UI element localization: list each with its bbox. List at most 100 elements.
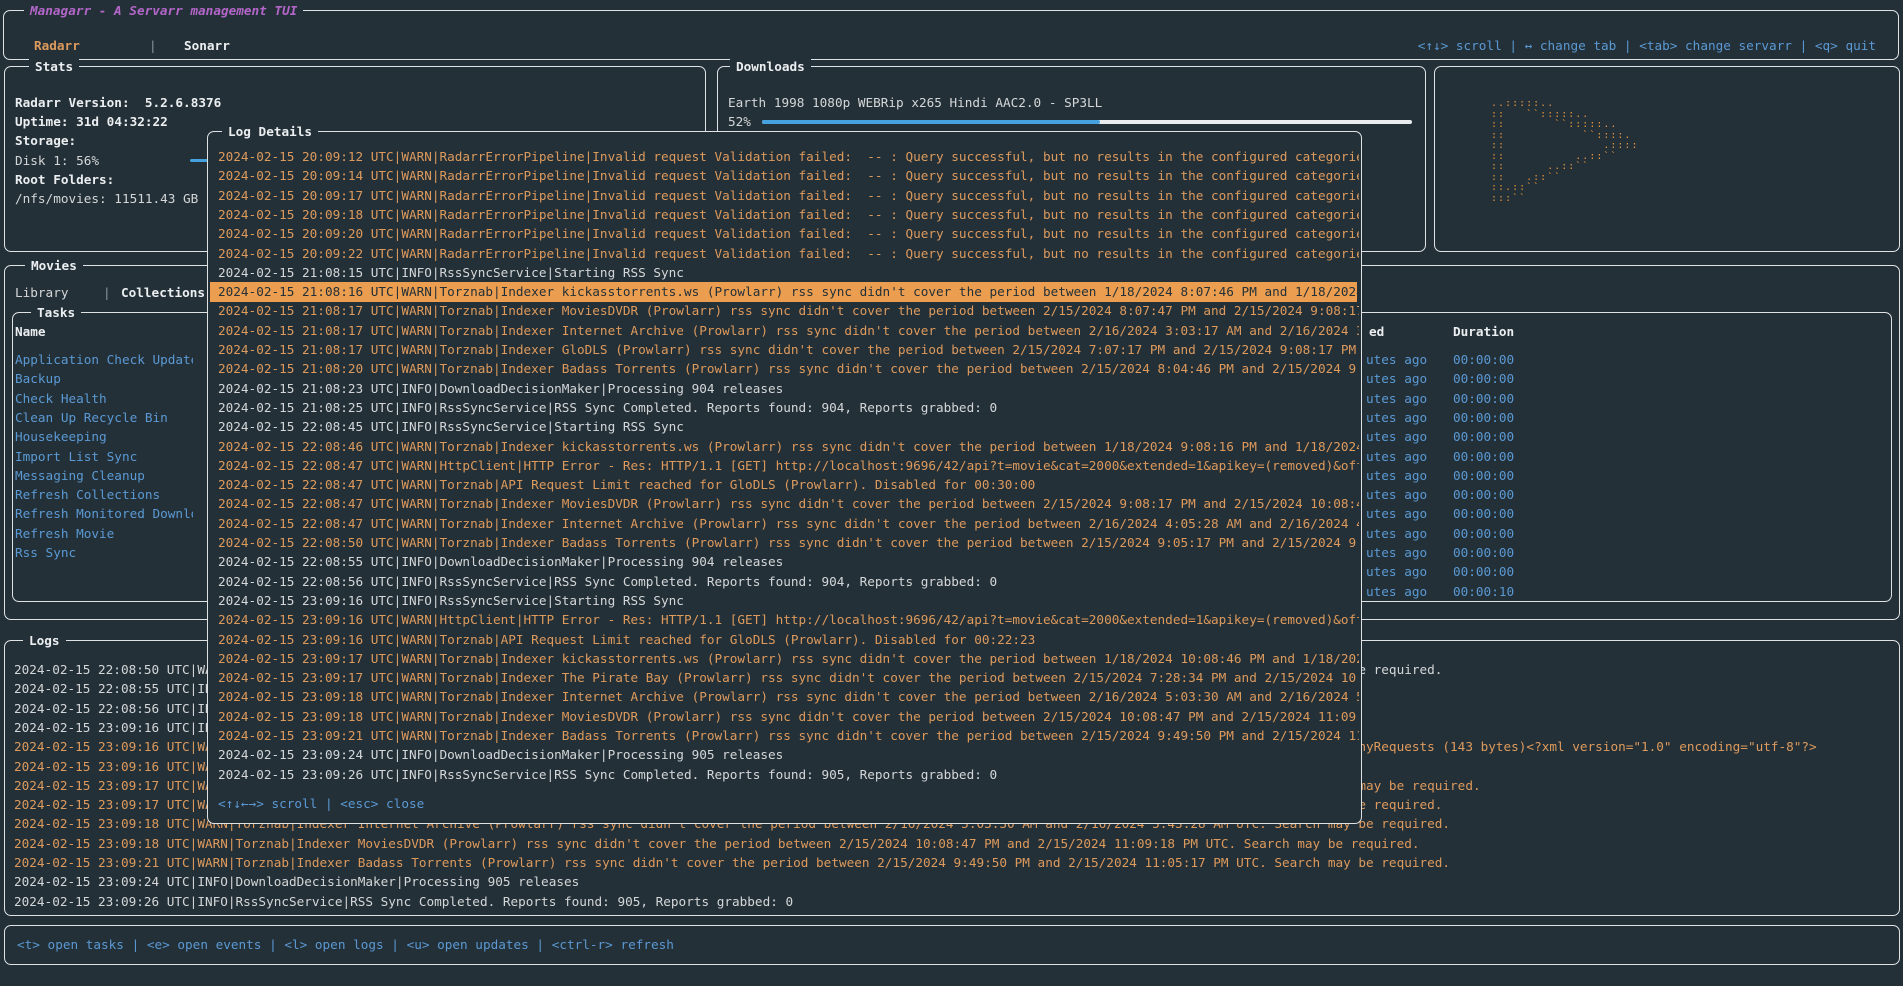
task-duration: 00:00:00 xyxy=(1453,408,1514,428)
downloads-title: Downloads xyxy=(730,57,811,76)
version-label: Radarr Version: xyxy=(15,95,130,110)
task-duration: 00:00:00 xyxy=(1453,562,1514,582)
task-duration: 00:00:00 xyxy=(1453,427,1514,447)
task-queued-fragment: utes ago xyxy=(1366,524,1427,544)
logs-panel-line: 2024-02-15 23:09:18 UTC|WARN|Torznab|Ind… xyxy=(14,834,1892,854)
task-name[interactable]: Refresh Movie xyxy=(15,524,193,544)
task-name[interactable]: Refresh Collections xyxy=(15,485,193,505)
disk-row: Disk 1: 56% xyxy=(15,151,99,171)
uptime-value: 31d 04:32:22 xyxy=(76,114,168,129)
log-detail-line[interactable]: 2024-02-15 21:08:25 UTC|INFO|RssSyncServ… xyxy=(218,398,997,418)
stats-title: Stats xyxy=(29,57,79,76)
task-name[interactable]: Import List Sync xyxy=(15,447,193,467)
log-detail-line[interactable]: 2024-02-15 21:08:17 UTC|WARN|Torznab|Ind… xyxy=(218,340,1359,360)
log-detail-line[interactable]: 2024-02-15 23:09:18 UTC|WARN|Torznab|Ind… xyxy=(218,687,1359,707)
tasks-duration-header: Duration xyxy=(1453,322,1514,342)
tab-sonarr[interactable]: Sonarr xyxy=(184,36,230,56)
log-detail-line[interactable]: 2024-02-15 22:08:55 UTC|INFO|DownloadDec… xyxy=(218,552,783,572)
log-detail-line[interactable]: 2024-02-15 23:09:18 UTC|WARN|Torznab|Ind… xyxy=(218,707,1359,727)
disk-label: Disk 1: xyxy=(15,153,68,168)
log-detail-line[interactable]: 2024-02-15 22:08:47 UTC|WARN|Torznab|API… xyxy=(218,475,1035,495)
task-duration: 00:00:00 xyxy=(1453,543,1514,563)
log-detail-line[interactable]: 2024-02-15 21:08:23 UTC|INFO|DownloadDec… xyxy=(218,379,783,399)
log-detail-line[interactable]: 2024-02-15 20:09:12 UTC|WARN|RadarrError… xyxy=(218,147,1359,167)
task-name[interactable]: Clean Up Recycle Bin xyxy=(15,408,193,428)
log-detail-line[interactable]: 2024-02-15 20:09:18 UTC|WARN|RadarrError… xyxy=(218,205,1359,225)
log-detail-line[interactable]: 2024-02-15 23:09:21 UTC|WARN|Torznab|Ind… xyxy=(218,726,1359,746)
task-name[interactable]: Messaging Cleanup xyxy=(15,466,193,486)
log-detail-line[interactable]: 2024-02-15 22:08:45 UTC|INFO|RssSyncServ… xyxy=(218,417,684,437)
task-queued-fragment: utes ago xyxy=(1366,427,1427,447)
log-detail-line[interactable]: 2024-02-15 23:09:26 UTC|INFO|RssSyncServ… xyxy=(218,765,997,785)
header-panel: Managarr - A Servarr management TUI Rada… xyxy=(3,10,1899,60)
storage-label: Storage: xyxy=(15,131,76,151)
movies-tab-collections[interactable]: Collections xyxy=(121,283,205,303)
log-detail-line[interactable]: 2024-02-15 21:08:16 UTC|WARN|Torznab|Ind… xyxy=(210,282,1357,302)
log-detail-line[interactable]: 2024-02-15 22:08:46 UTC|WARN|Torznab|Ind… xyxy=(218,437,1359,457)
logs-panel-line: 2024-02-15 23:09:26 UTC|INFO|RssSyncServ… xyxy=(14,892,1892,912)
uptime-label: Uptime: xyxy=(15,114,68,129)
log-detail-line[interactable]: 2024-02-15 22:08:47 UTC|WARN|HttpClient|… xyxy=(218,456,1359,476)
download-progress-fill xyxy=(762,120,1100,124)
task-queued-fragment: utes ago xyxy=(1366,369,1427,389)
task-duration: 00:00:10 xyxy=(1453,582,1514,602)
task-queued-fragment: utes ago xyxy=(1366,562,1427,582)
log-detail-line[interactable]: 2024-02-15 20:09:22 UTC|WARN|RadarrError… xyxy=(218,244,1359,264)
log-detail-line[interactable]: 2024-02-15 23:09:16 UTC|INFO|RssSyncServ… xyxy=(218,591,684,611)
app-title: Managarr - A Servarr management TUI xyxy=(24,1,303,20)
task-duration: 00:00:00 xyxy=(1453,447,1514,467)
log-detail-line[interactable]: 2024-02-15 20:09:17 UTC|WARN|RadarrError… xyxy=(218,186,1359,206)
task-duration: 00:00:00 xyxy=(1453,485,1514,505)
task-duration: 00:00:00 xyxy=(1453,350,1514,370)
task-duration: 00:00:00 xyxy=(1453,369,1514,389)
tab-radarr[interactable]: Radarr xyxy=(34,36,80,56)
movies-tab-separator: | xyxy=(103,283,111,303)
task-queued-fragment: utes ago xyxy=(1366,543,1427,563)
log-detail-line[interactable]: 2024-02-15 23:09:24 UTC|INFO|DownloadDec… xyxy=(218,745,783,765)
task-name[interactable]: Rss Sync xyxy=(15,543,193,563)
task-queued-fragment: utes ago xyxy=(1366,485,1427,505)
movies-tab-library[interactable]: Library xyxy=(15,283,68,303)
task-name[interactable]: Check Health xyxy=(15,389,193,409)
tasks-queued-header-fragment: ed xyxy=(1369,322,1384,342)
log-detail-line[interactable]: 2024-02-15 23:09:16 UTC|WARN|Torznab|API… xyxy=(218,630,1035,650)
log-detail-line[interactable]: 2024-02-15 23:09:17 UTC|WARN|Torznab|Ind… xyxy=(218,649,1359,669)
log-detail-line[interactable]: 2024-02-15 20:09:20 UTC|WARN|RadarrError… xyxy=(218,224,1359,244)
log-detail-line[interactable]: 2024-02-15 21:08:20 UTC|WARN|Torznab|Ind… xyxy=(218,359,1359,379)
log-details-help: <↑↓←→> scroll | <esc> close xyxy=(218,794,424,814)
managarr-play-logo-icon: ..:::::.. :: ``:::::.. :: ``:::::.. :: `… xyxy=(1477,99,1638,204)
logo-panel: ..:::::.. :: ``:::::.. :: ``:::::.. :: `… xyxy=(1434,66,1900,252)
task-name[interactable]: Housekeeping xyxy=(15,427,193,447)
root-folder-value: /nfs/movies: 11511.43 GB xyxy=(15,189,198,209)
log-detail-line[interactable]: 2024-02-15 21:08:15 UTC|INFO|RssSyncServ… xyxy=(218,263,684,283)
task-duration: 00:00:00 xyxy=(1453,504,1514,524)
task-duration: 00:00:00 xyxy=(1453,389,1514,409)
log-detail-line[interactable]: 2024-02-15 22:08:47 UTC|WARN|Torznab|Ind… xyxy=(218,494,1359,514)
tab-separator: | xyxy=(149,36,157,56)
stats-version-row: Radarr Version: 5.2.6.8376 xyxy=(15,93,221,113)
log-detail-line[interactable]: 2024-02-15 21:08:17 UTC|WARN|Torznab|Ind… xyxy=(218,301,1359,321)
version-value: 5.2.6.8376 xyxy=(145,95,221,110)
footer-keybinds: <t> open tasks | <e> open events | <l> o… xyxy=(17,935,674,955)
task-name[interactable]: Backup xyxy=(15,369,193,389)
log-detail-line[interactable]: 2024-02-15 20:09:14 UTC|WARN|RadarrError… xyxy=(218,166,1359,186)
log-detail-line[interactable]: 2024-02-15 22:08:50 UTC|WARN|Torznab|Ind… xyxy=(218,533,1359,553)
task-name[interactable]: Application Check Update xyxy=(15,350,193,370)
tasks-title: Tasks xyxy=(31,303,81,322)
task-queued-fragment: utes ago xyxy=(1366,350,1427,370)
task-queued-fragment: utes ago xyxy=(1366,447,1427,467)
root-folders-label: Root Folders: xyxy=(15,170,114,190)
log-detail-line[interactable]: 2024-02-15 23:09:16 UTC|WARN|HttpClient|… xyxy=(218,610,1359,630)
managarr-screen: Managarr - A Servarr management TUI Rada… xyxy=(0,0,1903,986)
log-detail-line[interactable]: 2024-02-15 22:08:47 UTC|WARN|Torznab|Ind… xyxy=(218,514,1359,534)
download-item-title: Earth 1998 1080p WEBRip x265 Hindi AAC2.… xyxy=(728,93,1102,113)
stats-uptime-row: Uptime: 31d 04:32:22 xyxy=(15,112,168,132)
logs-panel-line: 2024-02-15 23:09:21 UTC|WARN|Torznab|Ind… xyxy=(14,853,1892,873)
log-detail-line[interactable]: 2024-02-15 23:09:17 UTC|WARN|Torznab|Ind… xyxy=(218,668,1359,688)
task-queued-fragment: utes ago xyxy=(1366,389,1427,409)
header-keybinds: <↑↓> scroll | ↔ change tab | <tab> chang… xyxy=(1418,36,1876,56)
log-detail-line[interactable]: 2024-02-15 21:08:17 UTC|WARN|Torznab|Ind… xyxy=(218,321,1359,341)
log-detail-line[interactable]: 2024-02-15 22:08:56 UTC|INFO|RssSyncServ… xyxy=(218,572,997,592)
log-details-lines: 2024-02-15 20:09:12 UTC|WARN|RadarrError… xyxy=(208,132,1359,821)
task-name[interactable]: Refresh Monitored Downloads xyxy=(15,504,193,524)
